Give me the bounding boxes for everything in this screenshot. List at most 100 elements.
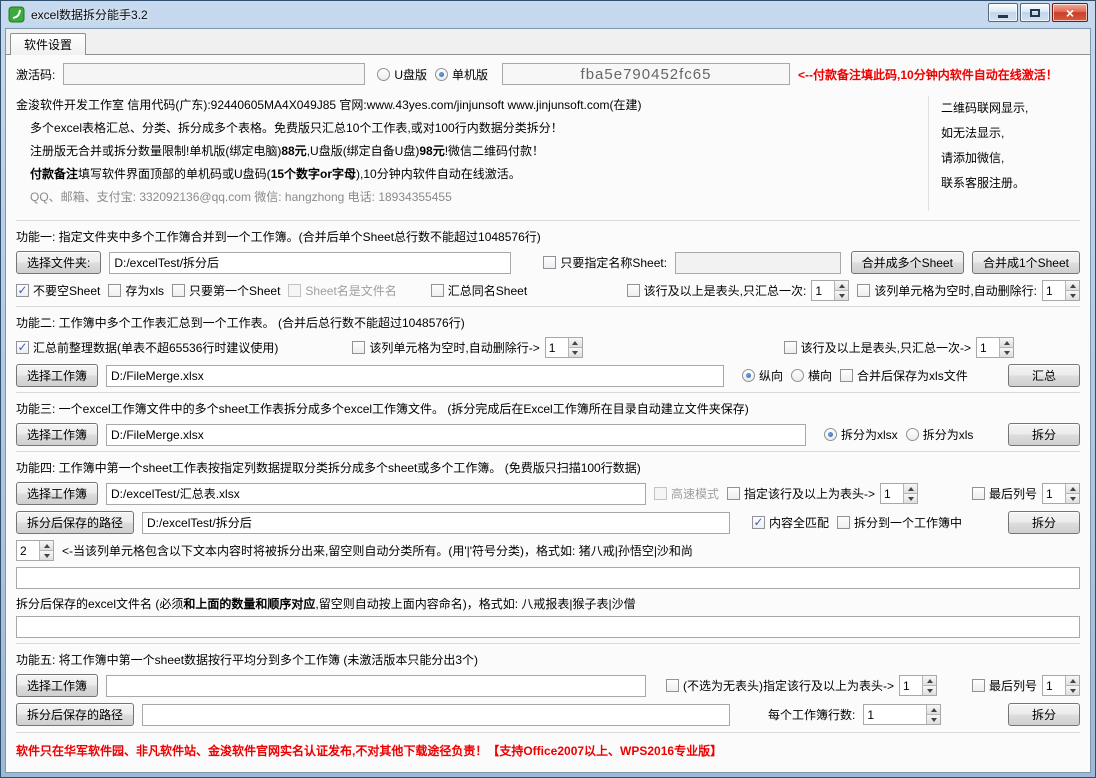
f3-workbook-path-field[interactable] (106, 424, 806, 446)
only-named-sheet-checkbox[interactable]: 只要指定名称Sheet: (543, 254, 667, 271)
spinner-up-icon[interactable] (999, 338, 1013, 348)
spinner-down-icon[interactable] (903, 494, 917, 503)
spinner-up-icon[interactable] (1065, 281, 1079, 291)
spinner-arrows[interactable] (1065, 281, 1079, 300)
f4-column-number-spinner[interactable] (16, 540, 54, 561)
sheet-name-is-filename-checkbox[interactable]: Sheet名是文件名 (288, 282, 396, 299)
tidy-data-checkbox[interactable]: 汇总前整理数据(单表不超65536行时建议使用) (16, 339, 278, 356)
spinner-up-icon[interactable] (568, 338, 582, 348)
merge-same-name-checkbox[interactable]: 汇总同名Sheet (431, 282, 527, 299)
f2-delete-empty-spinner[interactable] (545, 337, 583, 358)
f3-split-button[interactable]: 拆分 (1008, 423, 1080, 446)
split-to-xls-radio[interactable]: 拆分为xls (906, 426, 974, 443)
f3-choose-workbook-button[interactable]: 选择工作簿 (16, 423, 98, 446)
spinner-down-icon[interactable] (926, 715, 940, 724)
f1-header-once-checkbox[interactable]: 该行及以上是表头,只汇总一次: (627, 282, 807, 299)
f1-delete-empty-spinner[interactable] (1042, 280, 1080, 301)
f5-header-row-spinner[interactable] (899, 675, 937, 696)
f4-last-col-input[interactable] (1043, 484, 1065, 503)
f4-workbook-path-field[interactable] (106, 483, 646, 505)
spinner-up-icon[interactable] (903, 484, 917, 494)
machine-code-field[interactable] (502, 63, 790, 85)
f2-delete-empty-input[interactable] (546, 338, 568, 357)
tab-settings[interactable]: 软件设置 (10, 33, 86, 55)
spinner-arrows[interactable] (834, 281, 848, 300)
split-into-one-workbook-checkbox[interactable]: 拆分到一个工作簿中 (837, 514, 962, 531)
spinner-up-icon[interactable] (1065, 676, 1079, 686)
f2-header-once-checkbox[interactable]: 该行及以上是表头,只汇总一次-> (784, 339, 971, 356)
f1-header-row-input[interactable] (812, 281, 834, 300)
f5-last-col-input[interactable] (1043, 676, 1065, 695)
f4-header-row-spinner[interactable] (880, 483, 918, 504)
spinner-arrows[interactable] (568, 338, 582, 357)
spinner-up-icon[interactable] (39, 541, 53, 551)
named-sheet-input[interactable] (675, 252, 841, 274)
merge-to-one-sheet-button[interactable]: 合并成1个Sheet (972, 251, 1080, 274)
close-button[interactable]: × (1052, 3, 1088, 22)
minimize-button[interactable] (988, 3, 1018, 22)
f4-last-col-spinner[interactable] (1042, 483, 1080, 504)
spinner-up-icon[interactable] (922, 676, 936, 686)
spinner-up-icon[interactable] (926, 705, 940, 715)
f5-save-path-button[interactable]: 拆分后保存的路径 (16, 703, 134, 726)
activation-code-input[interactable] (63, 63, 365, 85)
titlebar[interactable]: excel数据拆分能手3.2 × (5, 1, 1091, 28)
maximize-button[interactable] (1020, 3, 1050, 22)
spinner-arrows[interactable] (1065, 484, 1079, 503)
spinner-up-icon[interactable] (1065, 484, 1079, 494)
merge-button[interactable]: 汇总 (1008, 364, 1080, 387)
rows-per-workbook-input[interactable] (864, 705, 926, 724)
f5-workbook-path-field[interactable] (106, 675, 646, 697)
spinner-down-icon[interactable] (39, 551, 53, 560)
f4-save-path-field[interactable] (142, 512, 730, 534)
first-sheet-only-checkbox[interactable]: 只要第一个Sheet (172, 282, 280, 299)
f4-choose-workbook-button[interactable]: 选择工作簿 (16, 482, 98, 505)
choose-folder-button[interactable]: 选择文件夹: (16, 251, 101, 274)
standalone-version-radio[interactable]: 单机版 (435, 66, 488, 83)
spinner-down-icon[interactable] (999, 348, 1013, 357)
f4-column-number-input[interactable] (17, 541, 39, 560)
f4-header-checkbox[interactable]: 指定该行及以上为表头-> (727, 485, 875, 502)
spinner-arrows[interactable] (903, 484, 917, 503)
f5-save-path-field[interactable] (142, 704, 730, 726)
spinner-down-icon[interactable] (1065, 494, 1079, 503)
merge-to-multi-sheet-button[interactable]: 合并成多个Sheet (851, 251, 964, 274)
no-empty-sheet-checkbox[interactable]: 不要空Sheet (16, 282, 100, 299)
f4-last-col-checkbox[interactable]: 最后列号 (972, 485, 1037, 502)
f2-header-row-input[interactable] (977, 338, 999, 357)
f2-delete-empty-checkbox[interactable]: 该列单元格为空时,自动删除行-> (352, 339, 539, 356)
split-filenames-input[interactable] (16, 616, 1080, 638)
spinner-down-icon[interactable] (1065, 291, 1079, 300)
spinner-arrows[interactable] (922, 676, 936, 695)
f4-header-row-input[interactable] (881, 484, 903, 503)
split-keywords-input[interactable] (16, 567, 1080, 589)
spinner-arrows[interactable] (999, 338, 1013, 357)
horizontal-radio[interactable]: 横向 (791, 367, 832, 384)
f2-choose-workbook-button[interactable]: 选择工作簿 (16, 364, 98, 387)
spinner-down-icon[interactable] (568, 348, 582, 357)
save-as-xls-checkbox[interactable]: 存为xls (108, 282, 164, 299)
f2-workbook-path-field[interactable] (106, 365, 724, 387)
f5-last-col-checkbox[interactable]: 最后列号 (972, 677, 1037, 694)
spinner-up-icon[interactable] (834, 281, 848, 291)
f1-header-row-spinner[interactable] (811, 280, 849, 301)
rows-per-workbook-spinner[interactable] (863, 704, 941, 725)
f4-split-button[interactable]: 拆分 (1008, 511, 1080, 534)
usb-version-radio[interactable]: U盘版 (377, 66, 427, 83)
f1-delete-empty-input[interactable] (1043, 281, 1065, 300)
spinner-arrows[interactable] (926, 705, 940, 724)
spinner-down-icon[interactable] (922, 686, 936, 695)
f4-save-path-button[interactable]: 拆分后保存的路径 (16, 511, 134, 534)
spinner-arrows[interactable] (1065, 676, 1079, 695)
full-match-checkbox[interactable]: 内容全匹配 (752, 514, 829, 531)
f1-delete-empty-checkbox[interactable]: 该列单元格为空时,自动删除行: (857, 282, 1037, 299)
spinner-down-icon[interactable] (834, 291, 848, 300)
f5-last-col-spinner[interactable] (1042, 675, 1080, 696)
save-merged-as-xls-checkbox[interactable]: 合并后保存为xls文件 (840, 367, 968, 384)
spinner-down-icon[interactable] (1065, 686, 1079, 695)
spinner-arrows[interactable] (39, 541, 53, 560)
split-to-xlsx-radio[interactable]: 拆分为xlsx (824, 426, 898, 443)
f5-split-button[interactable]: 拆分 (1008, 703, 1080, 726)
f5-choose-workbook-button[interactable]: 选择工作簿 (16, 674, 98, 697)
vertical-radio[interactable]: 纵向 (742, 367, 783, 384)
